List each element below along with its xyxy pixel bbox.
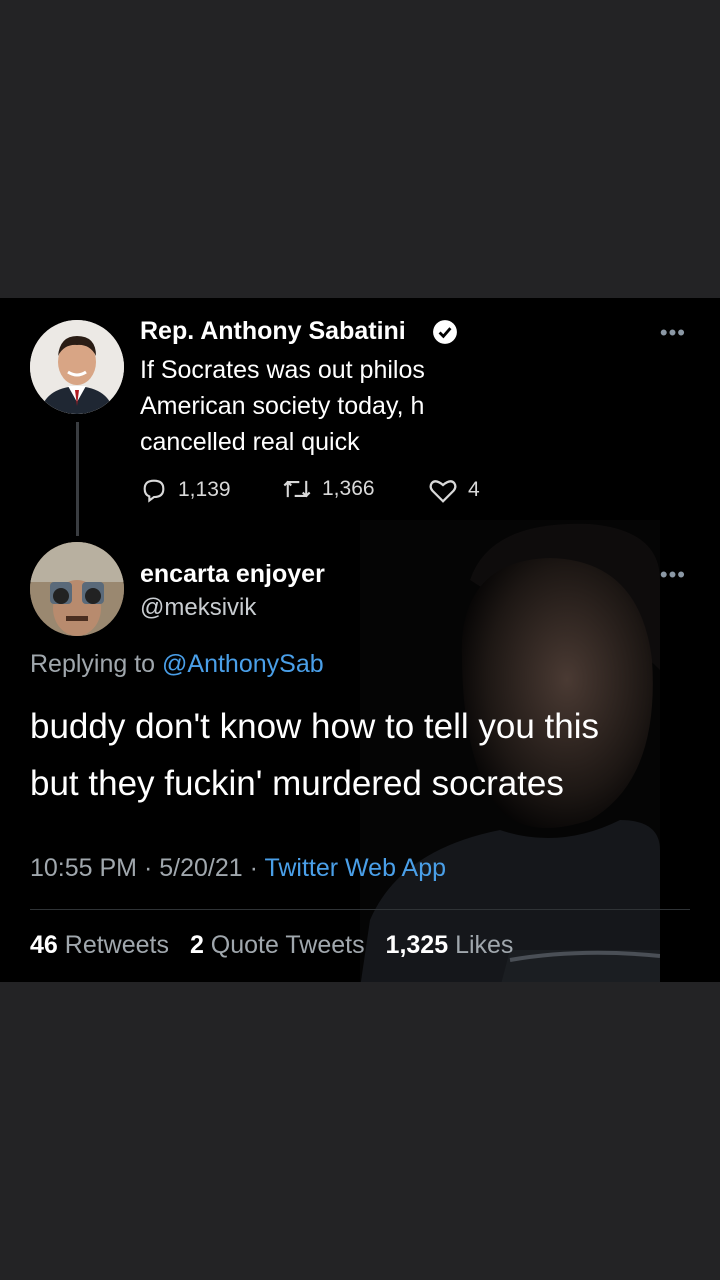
mention-link[interactable]: @AnthonySab <box>162 650 324 678</box>
meta-separator: · <box>143 854 160 882</box>
tweet-date[interactable]: 5/20/21 <box>159 854 242 882</box>
more-icon[interactable]: ••• <box>660 562 686 588</box>
like-icon <box>429 480 457 503</box>
divider <box>30 909 690 910</box>
replying-to: Replying to @AnthonySab <box>30 650 324 679</box>
likes-label: Likes <box>455 931 514 959</box>
reply-count: 1,139 <box>178 478 231 501</box>
retweets-link[interactable]: 46 Retweets <box>30 931 169 959</box>
tweet-line: but they fuckin' murdered socrates <box>30 764 564 803</box>
source-app-link[interactable]: Twitter Web App <box>264 854 446 882</box>
retweet-count: 1,366 <box>322 477 375 500</box>
retweets-label: Retweets <box>64 931 169 959</box>
replying-prefix: Replying to <box>30 650 163 678</box>
tweet-line: cancelled real quick <box>140 428 360 456</box>
quote-tweets-label: Quote Tweets <box>210 931 365 959</box>
avatar-sabatini[interactable] <box>30 320 124 414</box>
retweet-button[interactable]: 1,366 <box>282 476 375 502</box>
tweet-time[interactable]: 10:55 PM <box>30 854 137 882</box>
reply-icon <box>143 479 165 503</box>
tweet-line: If Socrates was out philos <box>140 356 425 384</box>
likes-count: 1,325 <box>385 931 449 959</box>
meta-separator: · <box>249 854 265 882</box>
author-handle[interactable]: @meksivik <box>140 594 256 622</box>
author-name[interactable]: encarta enjoyer <box>140 560 325 589</box>
reply-button[interactable]: 1,139 <box>140 476 231 504</box>
thread-connector <box>76 422 79 536</box>
engagement-counts: 46 Retweets 2 Quote Tweets 1,325 Likes <box>30 931 527 960</box>
author-name[interactable]: Rep. Anthony Sabatini <box>140 317 406 346</box>
tweet-text: If Socrates was out philos American soci… <box>140 352 470 460</box>
retweet-icon <box>283 480 311 498</box>
tweet-meta: 10:55 PM · 5/20/21 · Twitter Web App <box>30 854 446 883</box>
verified-badge-icon <box>433 320 457 344</box>
like-button[interactable]: 4 <box>428 476 480 504</box>
quote-tweets-link[interactable]: 2 Quote Tweets <box>190 931 365 959</box>
tweet-line: American society today, h <box>140 392 425 420</box>
like-count: 4 <box>468 478 480 501</box>
more-icon[interactable]: ••• <box>660 320 686 346</box>
tweet-text: buddy don't know how to tell you this bu… <box>30 698 690 812</box>
retweets-count: 46 <box>30 931 58 959</box>
tweet-line: buddy don't know how to tell you this <box>30 707 599 746</box>
quote-tweets-count: 2 <box>189 931 204 959</box>
avatar-encarta[interactable] <box>30 542 124 636</box>
tweet-card: Rep. Anthony Sabatini ••• If Socrates wa… <box>0 298 720 982</box>
likes-link[interactable]: 1,325 Likes <box>386 931 514 959</box>
